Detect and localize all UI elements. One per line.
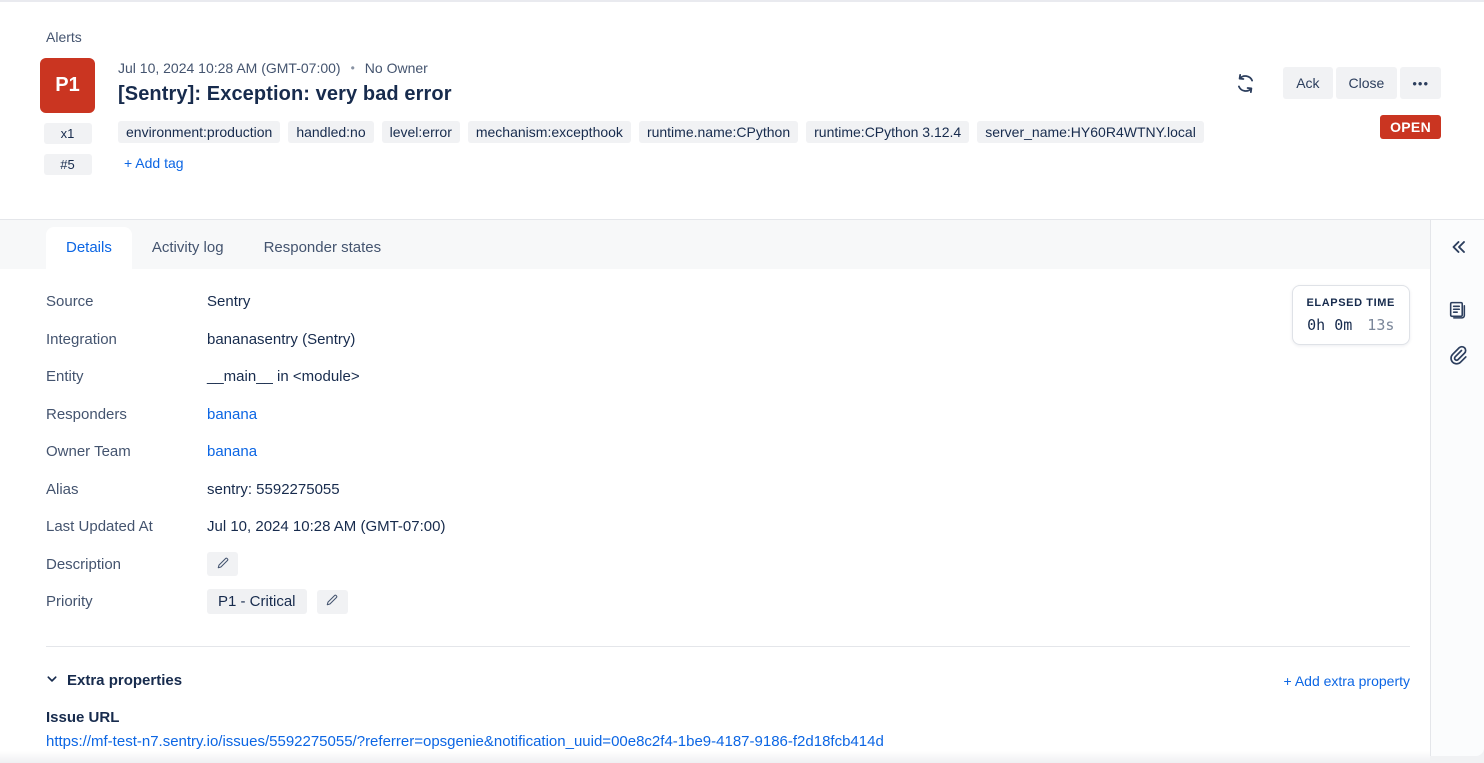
last-updated-label: Last Updated At xyxy=(46,518,207,535)
priority-value-badge: P1 - Critical xyxy=(207,589,307,614)
tag-level[interactable]: level:error xyxy=(382,121,460,143)
priority-label: Priority xyxy=(46,593,207,610)
field-row-responders: Responders banana xyxy=(46,396,1430,434)
priority-badge: P1 xyxy=(40,58,95,113)
alert-details-page: Alerts P1 x1 #5 Jul 10, 2024 10:28 AM (G… xyxy=(0,0,1484,763)
field-row-entity: Entity __main__ in <module> xyxy=(46,358,1430,396)
pencil-icon xyxy=(325,593,339,610)
count-badge: x1 xyxy=(44,123,92,144)
section-divider xyxy=(46,646,1410,647)
tag-runtime-name[interactable]: runtime.name:CPython xyxy=(639,121,798,143)
right-rail xyxy=(1430,220,1484,756)
add-tag-link[interactable]: + Add tag xyxy=(118,152,190,174)
breadcrumb[interactable]: Alerts xyxy=(40,29,1441,45)
alias-label: Alias xyxy=(46,481,207,498)
tag-environment[interactable]: environment:production xyxy=(118,121,280,143)
integration-label: Integration xyxy=(46,331,207,348)
field-row-alias: Alias sentry: 5592275055 xyxy=(46,471,1430,509)
alert-header: Alerts P1 x1 #5 Jul 10, 2024 10:28 AM (G… xyxy=(0,0,1484,219)
source-value: Sentry xyxy=(207,293,250,310)
tab-responder-states[interactable]: Responder states xyxy=(244,227,402,269)
tag-mechanism[interactable]: mechanism:excepthook xyxy=(468,121,631,143)
status-badge: OPEN xyxy=(1380,115,1441,139)
notes-icon[interactable] xyxy=(1446,298,1470,322)
field-row-owner-team: Owner Team banana xyxy=(46,433,1430,471)
entity-label: Entity xyxy=(46,368,207,385)
created-timestamp: Jul 10, 2024 10:28 AM (GMT-07:00) xyxy=(118,60,341,76)
responders-link[interactable]: banana xyxy=(207,406,257,423)
tab-activity-log[interactable]: Activity log xyxy=(132,227,244,269)
tag-handled[interactable]: handled:no xyxy=(288,121,373,143)
refresh-icon[interactable] xyxy=(1233,71,1257,95)
elapsed-time-value: 0h 0m 13s xyxy=(1307,316,1396,334)
elapsed-time-label: ELAPSED TIME xyxy=(1307,297,1396,309)
add-extra-property-link[interactable]: + Add extra property xyxy=(1284,673,1410,689)
pencil-icon xyxy=(216,556,230,573)
integration-value: bananasentry (Sentry) xyxy=(207,331,355,348)
edit-priority-button[interactable] xyxy=(317,590,348,614)
extra-properties-title: Extra properties xyxy=(67,672,182,689)
collapse-panel-icon[interactable] xyxy=(1446,235,1470,259)
edit-description-button[interactable] xyxy=(207,552,238,576)
responders-label: Responders xyxy=(46,406,207,423)
source-label: Source xyxy=(46,293,207,310)
owner-team-link[interactable]: banana xyxy=(207,443,257,460)
issue-url-link[interactable]: https://mf-test-n7.sentry.io/issues/5592… xyxy=(46,733,1430,750)
more-actions-button[interactable]: ••• xyxy=(1400,67,1441,99)
last-updated-value: Jul 10, 2024 10:28 AM (GMT-07:00) xyxy=(207,518,445,535)
field-row-priority: Priority P1 - Critical xyxy=(46,583,1430,621)
field-row-description: Description xyxy=(46,546,1430,584)
close-button[interactable]: Close xyxy=(1336,67,1398,99)
chevron-down-icon xyxy=(46,672,58,690)
main-panel: Details Activity log Responder states EL… xyxy=(0,220,1430,763)
attachment-paperclip-icon[interactable] xyxy=(1446,342,1470,366)
description-label: Description xyxy=(46,556,207,573)
tag-runtime[interactable]: runtime:CPython 3.12.4 xyxy=(806,121,969,143)
extra-properties-collapse-toggle[interactable] xyxy=(46,672,58,690)
issue-url-label: Issue URL xyxy=(46,709,1430,726)
entity-value: __main__ in <module> xyxy=(207,368,360,385)
owner-team-label: Owner Team xyxy=(46,443,207,460)
tiny-id-badge: #5 xyxy=(44,154,92,175)
tag-server-name[interactable]: server_name:HY60R4WTNY.local xyxy=(977,121,1204,143)
owner-label: No Owner xyxy=(365,60,428,76)
alias-value: sentry: 5592275055 xyxy=(207,481,340,498)
field-row-source: Source Sentry xyxy=(46,283,1430,321)
field-row-last-updated: Last Updated At Jul 10, 2024 10:28 AM (G… xyxy=(46,508,1430,546)
field-row-integration: Integration bananasentry (Sentry) xyxy=(46,321,1430,359)
dot-separator: • xyxy=(351,61,355,75)
elapsed-time-card: ELAPSED TIME 0h 0m 13s xyxy=(1292,285,1411,345)
tags-row: environment:production handled:no level:… xyxy=(118,121,1238,174)
tab-details[interactable]: Details xyxy=(46,227,132,269)
tab-bar: Details Activity log Responder states xyxy=(0,220,1430,269)
ack-button[interactable]: Ack xyxy=(1283,67,1332,99)
